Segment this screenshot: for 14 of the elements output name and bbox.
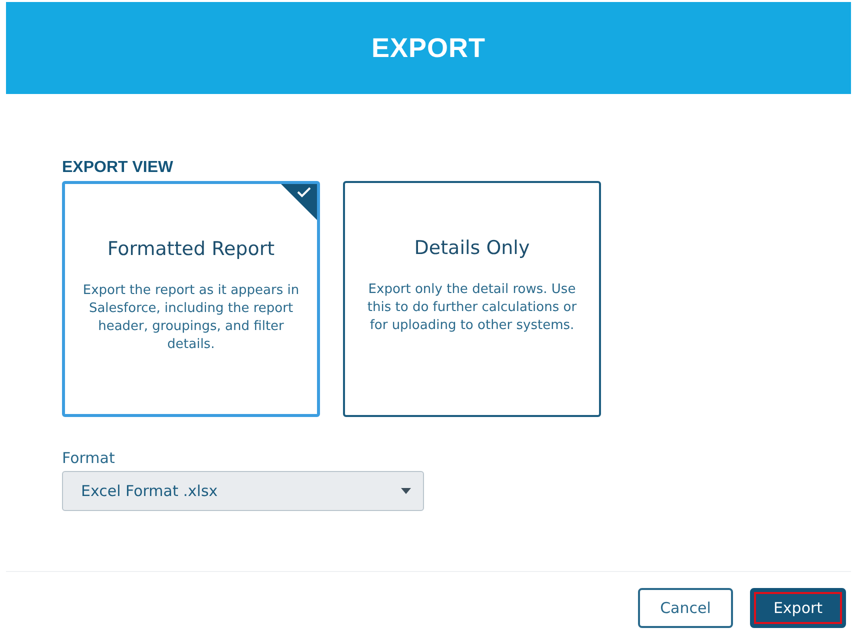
- option-description: Export the report as it appears in Salesforce, including the report header, groupings, and filter details.: [82, 282, 300, 354]
- caret-icon: [401, 488, 411, 494]
- field-label: Format: [62, 449, 116, 467]
- export-button[interactable]: Export: [750, 588, 846, 628]
- option-card[interactable]: Formatted Report Export the report as it appears in Salesforce, including the report header, groupings, and filter details.: [62, 181, 320, 417]
- option-title: Details Only: [413, 237, 531, 259]
- option-title: Formatted Report: [106, 238, 276, 260]
- section-label: EXPORT VIEW: [62, 158, 174, 178]
- format-select[interactable]: Excel Format .xlsx: [62, 471, 424, 511]
- option-description: Export only the detail rows. Use this to do further calculations or for uploading to other systems.: [366, 281, 578, 335]
- option-card[interactable]: Details Only Export only the detail rows. Use this to do further calculations or for uploading to other systems.: [343, 181, 601, 417]
- dialog-title: EXPORT: [371, 32, 486, 64]
- check-icon: [281, 184, 317, 220]
- cancel-button[interactable]: Cancel: [638, 588, 733, 628]
